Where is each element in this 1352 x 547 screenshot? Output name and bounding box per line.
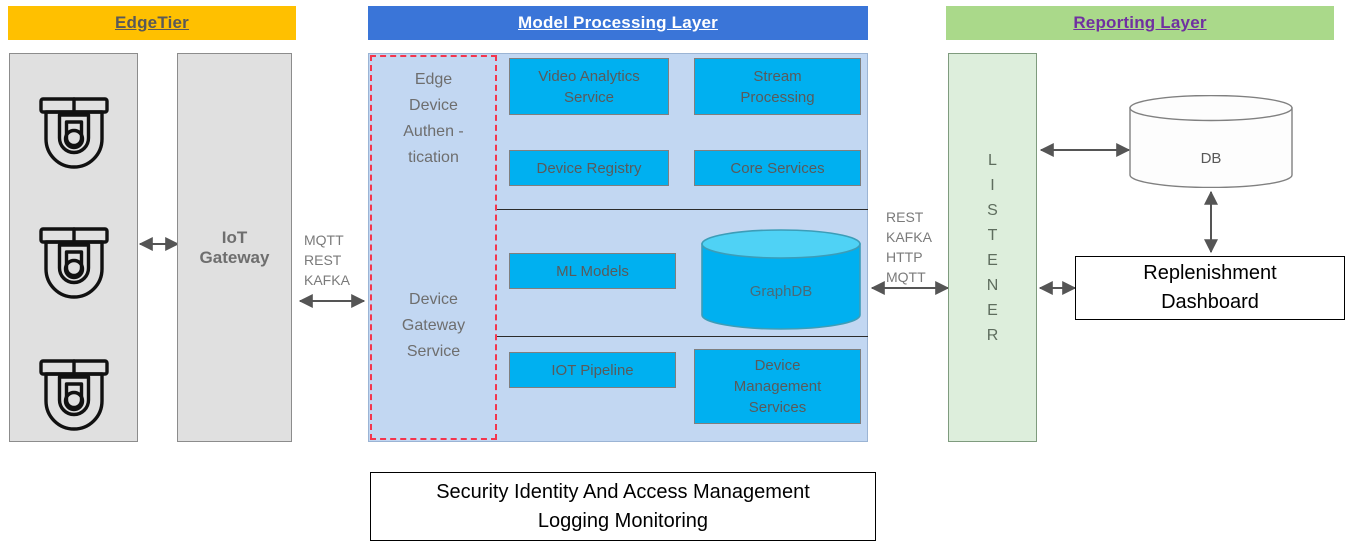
listener-letter-2: S [987,201,998,219]
core-services-label: Core Services [730,159,825,177]
security-camera-icon [39,97,109,169]
security-line1: Security Identity And Access Management [436,480,810,503]
arrow-listener-to-dashboard [1038,281,1077,295]
protocol-labels-model-to-listener: REST KAFKA HTTP MQTT [886,207,952,287]
camera-device-column [9,53,138,442]
service-core-services[interactable]: Core Services [694,150,861,186]
protocol-rest: REST [304,252,342,268]
architecture-diagram: EdgeTier Model Processing Layer Reportin… [0,0,1352,547]
listener-letter-3: T [987,226,998,244]
banner-model-processing-layer-label: Model Processing Layer [518,13,718,32]
replenishment-dashboard-box[interactable]: Replenishment Dashboard [1075,256,1345,320]
panel-divider-top [497,209,868,210]
service-video-analytics[interactable]: Video Analytics Service [509,58,669,115]
protocol-mqtt: MQTT [304,232,344,248]
iot-gateway-box: IoT Gateway [177,53,292,442]
iot-gateway-label-line1: IoT [221,227,248,247]
device-registry-label: Device Registry [536,159,642,177]
security-camera-icon [39,359,109,431]
stream-processing-line1: Stream [753,67,802,85]
db-label: DB [1200,150,1222,167]
video-analytics-line1: Video Analytics [538,67,640,85]
panel-divider-bottom [497,336,868,337]
protocol-rest-2: REST [886,209,924,225]
db-shape [1129,94,1293,189]
service-device-registry[interactable]: Device Registry [509,150,669,186]
banner-reporting-layer-label: Reporting Layer [1073,13,1207,32]
ml-models-label: ML Models [556,262,629,280]
iot-pipeline-label: IOT Pipeline [551,361,634,379]
device-gateway-line2: Gateway [401,317,466,334]
graphdb-label: GraphDB [749,283,813,300]
listener-letter-4: E [987,251,998,269]
edge-auth-line1: Edge [414,71,453,88]
listener-letter-1: I [990,176,995,194]
listener-letter-7: R [986,326,999,344]
protocol-labels-edge-to-model: MQTT REST KAFKA [304,230,364,290]
banner-edge-tier: EdgeTier [8,6,296,40]
service-stream-processing[interactable]: Stream Processing [694,58,861,115]
arrow-listener-to-db [1039,143,1131,157]
edge-device-dashed-group: Edge Device Authen - tication Device Gat… [370,55,497,440]
dashboard-line1: Replenishment [1143,262,1277,284]
listener-letter-6: E [987,301,998,319]
arrow-gateway-to-model-layer [298,294,366,308]
graphdb-cylinder[interactable]: GraphDB [701,229,861,330]
arrow-db-to-dashboard [1204,190,1218,254]
device-gateway-service-label: Device Gateway Service [372,287,495,365]
device-management-line2: Management [733,378,822,395]
edge-device-authentication-label: Edge Device Authen - tication [372,67,495,171]
banner-model-processing-layer: Model Processing Layer [368,6,868,40]
listener-letter-5: N [986,276,999,294]
edge-auth-line2: Device [409,97,458,114]
listener-label: L I S T E N E R [949,54,1036,441]
iot-gateway-label: IoT Gateway [178,54,291,441]
security-camera-icon [39,227,109,299]
banner-reporting-layer: Reporting Layer [946,6,1334,40]
video-analytics-line2: Service [563,88,615,106]
db-cylinder[interactable]: DB [1129,94,1293,189]
graphdb-shape [701,229,861,330]
arrow-model-to-listener [870,281,950,295]
protocol-kafka: KAFKA [304,272,350,288]
edge-auth-line4: tication [408,149,459,166]
service-iot-pipeline[interactable]: IOT Pipeline [509,352,676,388]
edge-auth-line3: Authen - [403,123,464,140]
device-management-line3: Services [748,399,807,416]
protocol-http: HTTP [886,249,923,265]
device-gateway-line1: Device [409,291,458,308]
security-line2: Logging Monitoring [537,509,709,532]
service-device-management[interactable]: Device Management Services [694,349,861,424]
banner-edge-tier-label: EdgeTier [114,13,190,32]
listener-letter-0: L [988,151,997,169]
security-identity-access-management-box: Security Identity And Access Management … [370,472,876,541]
service-ml-models[interactable]: ML Models [509,253,676,289]
dashboard-line2: Dashboard [1161,291,1259,313]
device-management-line1: Device [754,357,801,374]
stream-processing-line2: Processing [740,88,815,106]
listener-column: L I S T E N E R [948,53,1037,442]
protocol-kafka-2: KAFKA [886,229,932,245]
iot-gateway-label-line2: Gateway [199,247,270,267]
device-gateway-line3: Service [406,343,461,360]
